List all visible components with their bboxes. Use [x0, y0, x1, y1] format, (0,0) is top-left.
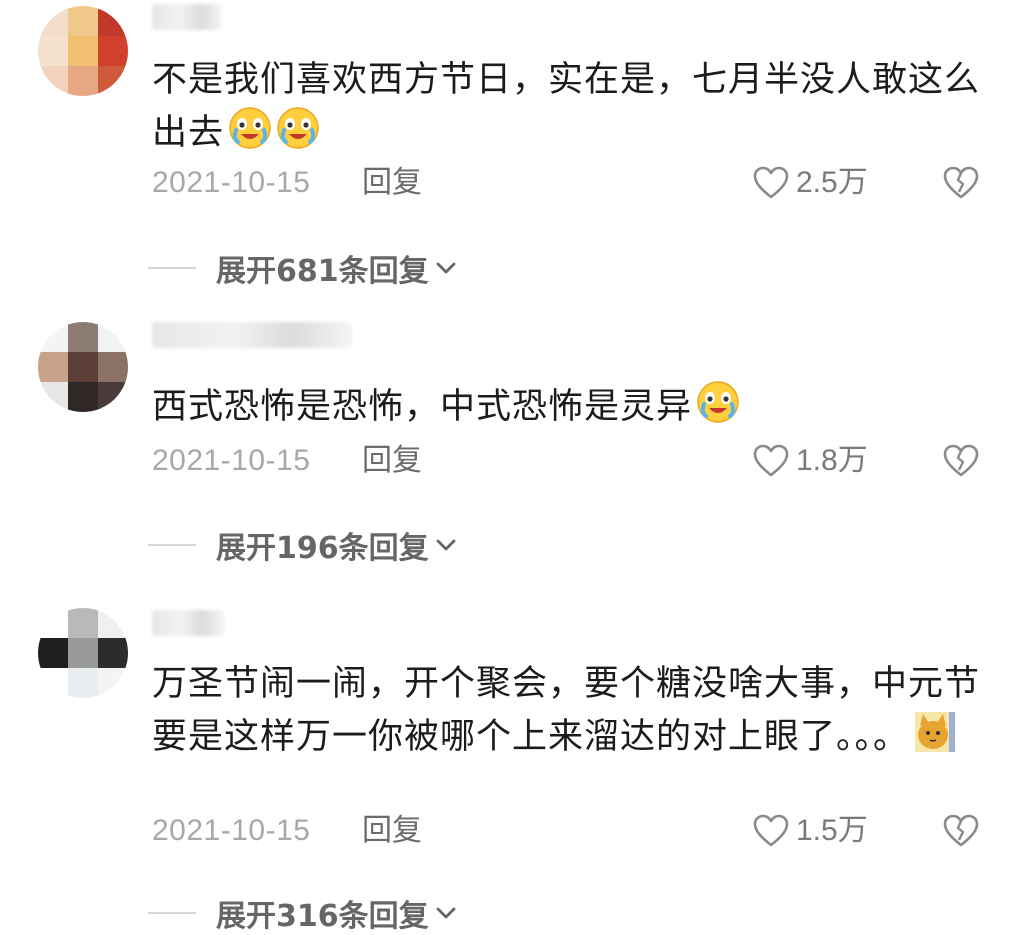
comment-text: 万圣节闹一闹，开个聚会，要个糖没啥大事，中元节要是这样万一你被哪个上来溜达的对上…	[152, 658, 982, 763]
comment-meta: 2021-10-15 回复 1.5万	[152, 811, 984, 851]
expand-replies-row: 展开681条回复	[148, 246, 459, 290]
avatar[interactable]	[38, 608, 128, 698]
comment-meta: 2021-10-15 回复 1.8万	[152, 441, 984, 481]
comment-date: 2021-10-15	[152, 814, 311, 847]
broken-heart-icon	[943, 166, 979, 199]
comment-body: 西式恐怖是恐怖，中式恐怖是灵异	[152, 387, 693, 427]
reply-button[interactable]: 回复	[362, 441, 422, 481]
expand-replies-label: 展开196条回复	[216, 531, 429, 566]
username-blurred[interactable]	[152, 610, 224, 636]
like-count: 2.5万	[796, 166, 868, 199]
avatar[interactable]	[38, 322, 128, 412]
cry-laugh-emoji	[696, 380, 740, 424]
dislike-button[interactable]	[942, 441, 980, 481]
expand-replies-button[interactable]: 展开196条回复	[216, 523, 459, 567]
expand-replies-row: 展开196条回复	[148, 523, 459, 567]
cry-laugh-emoji	[228, 106, 272, 150]
comment-meta: 2021-10-15 回复 2.5万	[152, 163, 984, 203]
reply-button[interactable]: 回复	[362, 811, 422, 851]
comment-date: 2021-10-15	[152, 166, 311, 199]
broken-heart-icon	[943, 444, 979, 477]
expand-replies-row: 展开316条回复	[148, 891, 459, 935]
comment-text: 不是我们喜欢西方节日，实在是，七月半没人敢这么出去	[152, 54, 982, 159]
comment-date: 2021-10-15	[152, 444, 311, 477]
like-count: 1.8万	[796, 444, 868, 477]
avatar[interactable]	[38, 6, 128, 96]
comment-text: 西式恐怖是恐怖，中式恐怖是灵异	[152, 380, 982, 433]
comment-body: 万圣节闹一闹，开个聚会，要个糖没啥大事，中元节要是这样万一你被哪个上来溜达的对上…	[152, 664, 981, 757]
like-button[interactable]: 1.5万	[752, 811, 868, 851]
like-button[interactable]: 2.5万	[752, 163, 868, 203]
divider	[148, 912, 196, 914]
cry-laugh-emoji	[276, 106, 320, 150]
like-button[interactable]: 1.8万	[752, 441, 868, 481]
broken-heart-icon	[943, 814, 979, 847]
cat-sticker-emoji	[913, 710, 957, 754]
chevron-down-icon	[436, 262, 456, 274]
expand-replies-button[interactable]: 展开681条回复	[216, 246, 459, 290]
like-count: 1.5万	[796, 814, 868, 847]
username-blurred[interactable]	[152, 322, 352, 348]
dislike-button[interactable]	[942, 811, 980, 851]
dislike-button[interactable]	[942, 163, 980, 203]
heart-icon	[753, 444, 789, 477]
chevron-down-icon	[436, 539, 456, 551]
expand-replies-label: 展开316条回复	[216, 899, 429, 934]
chevron-down-icon	[436, 907, 456, 919]
divider	[148, 267, 196, 269]
heart-icon	[753, 814, 789, 847]
username-blurred[interactable]	[152, 4, 222, 30]
heart-icon	[753, 166, 789, 199]
reply-button[interactable]: 回复	[362, 163, 422, 203]
expand-replies-button[interactable]: 展开316条回复	[216, 891, 459, 935]
expand-replies-label: 展开681条回复	[216, 254, 429, 289]
divider	[148, 544, 196, 546]
